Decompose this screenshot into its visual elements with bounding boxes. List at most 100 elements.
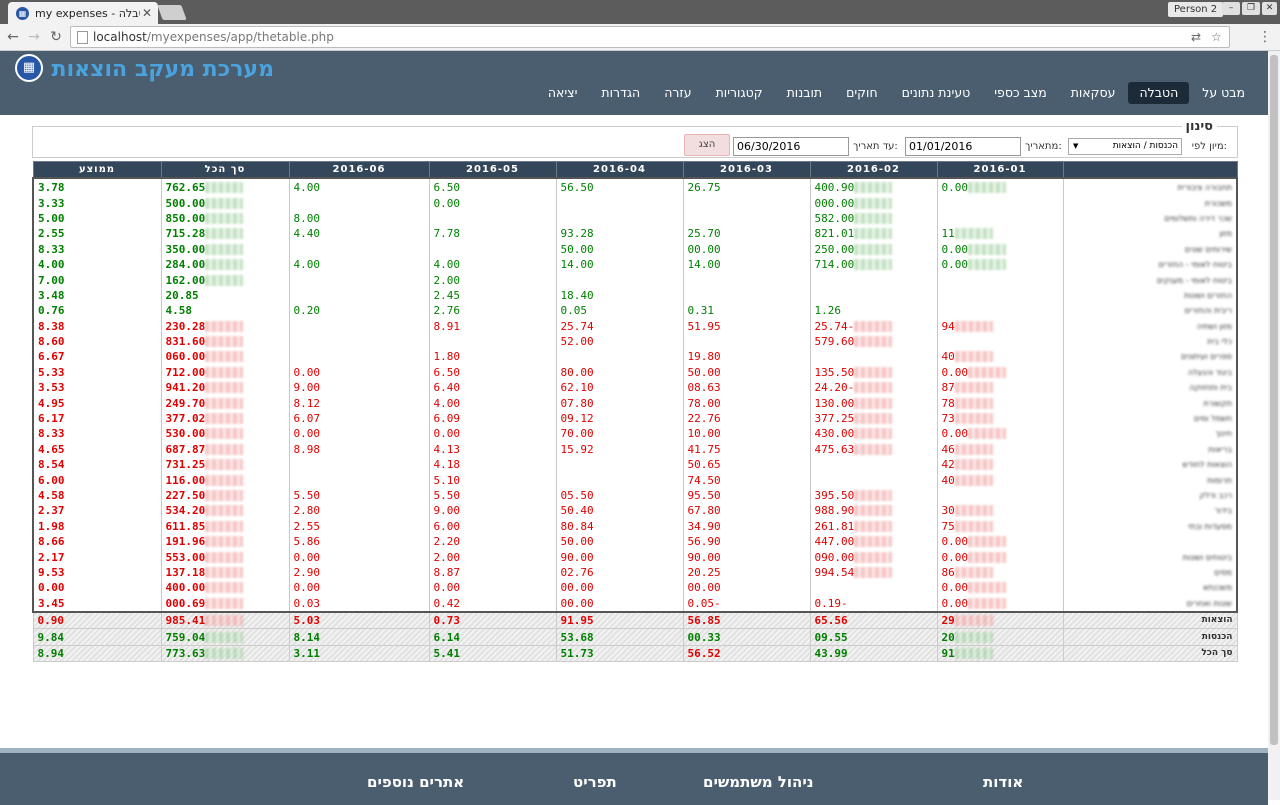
show-button[interactable]: הצג — [684, 134, 730, 156]
window-close-icon[interactable]: ✕ — [1262, 2, 1277, 15]
column-header[interactable]: סך הכל — [160, 161, 290, 179]
table-cell: 261.81 — [809, 518, 937, 534]
nav-item-8[interactable]: עזרה — [653, 82, 702, 104]
cell-value: 41.75 — [687, 442, 721, 456]
redacted-mask — [205, 413, 244, 425]
cell-value: 0.90 — [37, 614, 65, 628]
nav-item-0[interactable]: מבט על — [1191, 82, 1256, 104]
cell-value: 94 — [941, 319, 955, 333]
table-row[interactable]: ביטוחים ושונות 0.00 090.00 90.00 90.00 2.00 0.… — [32, 549, 1237, 565]
cell-value: 994.54 — [814, 565, 855, 579]
table-row[interactable]: הכנסות 20 09.55 00.33 53.68 6.14 8.14 759.04 9.8… — [32, 628, 1238, 646]
table-row[interactable]: חשמל ומים 73 377.25 22.76 09.12 6.09 6.07 377.0… — [32, 410, 1237, 427]
redacted-mask — [854, 382, 893, 394]
table-row[interactable]: בריאות 46 475.63 41.75 15.92 4.13 8.98 687.87 4.… — [32, 441, 1237, 458]
table-row[interactable]: מזון ושתיה 94 -25.74 51.95 25.74 8.91 230.28 8.… — [32, 318, 1237, 334]
restore-icon[interactable]: ❐ — [1242, 2, 1260, 15]
table-row[interactable]: ריבית והחזרים 1.26 0.31 0.05 2.76 0.20 4.58 0.7… — [32, 303, 1237, 319]
vertical-scrollbar[interactable] — [1268, 51, 1280, 800]
table-cell: 00.00 — [555, 580, 683, 596]
table-row[interactable]: ביטוח לאומי - מענקים 2.00 162.00 7.00 — [32, 272, 1237, 288]
table-row[interactable]: 0.00 447.00 56.90 50.00 2.20 5.86 191.96 8.66 — [32, 533, 1237, 550]
nav-item-7[interactable]: קטגוריות — [705, 82, 774, 104]
nav-item-9[interactable]: הגדרות — [590, 82, 651, 104]
table-row[interactable]: כלי בית 579.60 52.00 831.60 8.60 — [32, 333, 1237, 350]
table-row[interactable]: שירותים שונים 0.00 250.00 00.00 50.00 350.00 8… — [32, 241, 1237, 257]
table-cell: 5.86 — [288, 533, 429, 550]
column-header[interactable]: 2016-06 — [288, 161, 430, 179]
table-row[interactable]: בית ותחזוקה 87 -24.20 08.63 62.10 6.40 9.00 941… — [32, 380, 1237, 396]
from-date-input[interactable]: 01/01/2016 — [905, 137, 1021, 156]
nav-item-10[interactable]: יציאה — [537, 82, 589, 104]
nav-item-6[interactable]: תובנות — [776, 82, 833, 104]
column-header[interactable]: ממוצע — [32, 161, 162, 179]
nav-item-3[interactable]: מצב כספי — [983, 82, 1057, 104]
table-row[interactable]: מזון 11 821.01 25.70 93.28 7.78 4.40 715.28 2.55 — [32, 226, 1237, 242]
app-title[interactable]: מערכת מעקב הוצאות — [52, 57, 274, 82]
table-row[interactable]: סך הכל 91 43.99 56.52 51.73 5.41 3.11 773.63 8.9… — [32, 644, 1238, 663]
nav-item-1[interactable]: הטבלה — [1128, 82, 1190, 104]
table-cell: 41.75 — [682, 441, 810, 458]
table-row[interactable]: משכנתא 0.00 00.00 00.00 0.00 0.00 400.00 0.00 — [32, 580, 1237, 596]
table-cell: 6.00 — [32, 472, 161, 488]
table-row[interactable]: משכורת 000.00 0.00 500.00 3.33 — [32, 195, 1237, 211]
table-cell: 731.25 — [160, 457, 289, 473]
table-cell: 2.55 — [32, 226, 161, 242]
minimize-icon[interactable]: – — [1222, 2, 1240, 15]
new-tab-button[interactable] — [157, 5, 187, 20]
close-tab-icon[interactable]: ✕ — [140, 6, 154, 20]
footer-menu[interactable]: תפריט — [573, 773, 617, 791]
table-row[interactable]: שונות ואחרים 0.00 -0.19 -0.05 00.00 0.42 0.03 0… — [32, 595, 1237, 612]
table-cell: 4.00 — [428, 395, 556, 411]
profile-button[interactable]: Person 2 — [1168, 2, 1224, 17]
redacted-mask — [968, 182, 1006, 194]
cell-value: 08.63 — [687, 381, 721, 395]
table-row[interactable]: החזרים ושונות 18.40 2.45 20.85 3.48 — [32, 287, 1237, 304]
sort-select[interactable]: ▼ הכנסות / הוצאות — [1068, 138, 1182, 155]
nav-item-2[interactable]: עסקאות — [1060, 82, 1127, 104]
column-header[interactable]: 2016-05 — [428, 161, 557, 179]
table-row[interactable]: רכב ודלק 395.50 95.50 05.50 5.50 5.50 227.50 4.… — [32, 487, 1237, 504]
footer-more-sites[interactable]: אתרים נוספים — [367, 773, 464, 791]
table-row[interactable]: ביגוד והנעלה 0.00 135.50 50.00 80.00 6.50 0.00… — [32, 364, 1237, 381]
table-cell: 7.00 — [32, 272, 161, 288]
table-row[interactable]: הוצאות לחודש 42 50.65 4.18 731.25 8.54 — [32, 457, 1237, 473]
table-row[interactable]: מסעדות ובתי 75 261.81 34.90 80.84 6.00 2.55 611… — [32, 518, 1237, 534]
footer-about[interactable]: אודות — [983, 773, 1023, 791]
translate-icon[interactable]: ⇄ — [1191, 27, 1201, 47]
table-row[interactable]: תרומות 40 74.50 5.10 116.00 6.00 — [32, 472, 1237, 488]
nav-item-5[interactable]: חוקים — [835, 82, 889, 104]
table-row[interactable]: תחבורה ציבורית 0.00 400.90 26.75 56.50 6.50 4.… — [32, 178, 1237, 196]
reload-icon[interactable]: ↻ — [48, 29, 64, 45]
scrollbar-thumb[interactable] — [1270, 55, 1278, 745]
redacted-mask — [205, 320, 244, 332]
back-arrow-icon[interactable]: ← — [5, 29, 21, 45]
to-date-input[interactable]: 06/30/2016 — [733, 137, 849, 156]
table-cell: 11 — [936, 226, 1063, 242]
cell-value: 5.86 — [293, 535, 321, 549]
table-row[interactable]: ביטוח לאומי - החזרים 0.00 714.00 14.00 14.00… — [32, 256, 1237, 273]
column-header[interactable]: 2016-03 — [682, 161, 811, 179]
column-header[interactable]: 2016-04 — [555, 161, 684, 179]
address-bar[interactable]: localhost/myexpenses/app/thetable.php ⇄ … — [70, 26, 1230, 48]
browser-tab[interactable]: ▦ my expenses - הטבלה ✕ — [8, 2, 158, 24]
redacted-mask — [854, 551, 893, 563]
bank-logo-icon[interactable]: ▦ — [15, 54, 43, 82]
footer-user-management[interactable]: ניהול משתמשים — [703, 773, 814, 791]
table-row[interactable]: מסים 86 994.54 20.25 02.76 8.87 2.90 137.18 9.53 — [32, 564, 1237, 581]
table-cell: 0.00 — [936, 178, 1063, 196]
redacted-mask — [205, 428, 244, 440]
table-row[interactable]: חינוך 0.00 430.00 10.00 70.00 0.00 0.00 530.00 8… — [32, 426, 1237, 442]
column-header[interactable]: 2016-01 — [936, 161, 1064, 179]
column-header[interactable]: 2016-02 — [809, 161, 938, 179]
table-row[interactable]: הוצאות 29 65.56 56.85 91.95 0.73 5.03 985.41 0.9… — [32, 611, 1238, 630]
table-row[interactable]: ספרים ועיתונים 40 19.80 1.80 060.00 6.67 — [32, 349, 1237, 365]
forward-arrow-icon[interactable]: → — [26, 29, 42, 45]
bookmark-star-icon[interactable]: ☆ — [1211, 27, 1222, 47]
table-row[interactable]: שכר דירה ותשלומים 582.00 8.00 850.00 5.00 — [32, 210, 1237, 227]
table-row[interactable]: תקשורת 78 130.00 78.00 07.80 4.00 8.12 249.70 4.… — [32, 395, 1237, 411]
table-cell: 65.56 — [809, 611, 938, 630]
table-row[interactable]: בידור 30 988.90 67.80 50.40 9.00 2.80 534.20 2.3… — [32, 503, 1237, 519]
nav-item-4[interactable]: טעינת נתונים — [891, 82, 982, 104]
menu-icon[interactable]: ⋮ — [1258, 29, 1272, 45]
